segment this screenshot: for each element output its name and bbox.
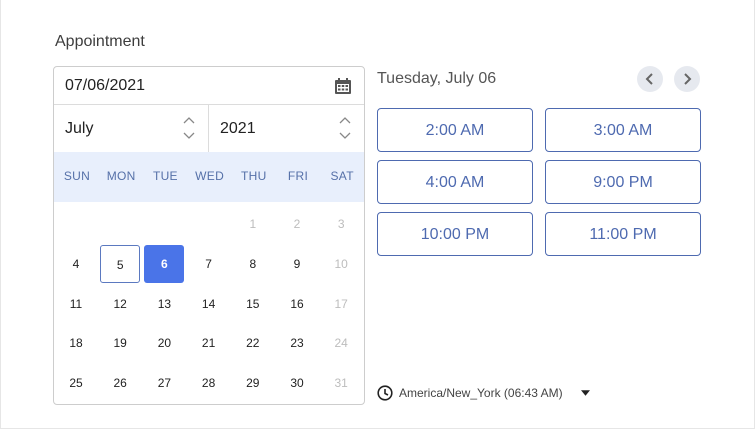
weekday-label: TUE (152, 169, 178, 183)
calendar-day[interactable]: 11 (56, 285, 96, 323)
weekday-label: SUN (63, 169, 91, 183)
calendar-day-disabled: 10 (334, 256, 348, 271)
chevron-right-icon (684, 73, 692, 85)
calendar-day[interactable]: 13 (144, 285, 184, 323)
clock-icon (377, 385, 393, 401)
weekday-label: THU (241, 169, 267, 183)
appointment-label: Appointment (55, 33, 145, 50)
date-input-wrapper (54, 67, 364, 105)
selected-date-heading: Tuesday, July 06 (377, 70, 497, 87)
weekday-label: MON (106, 169, 136, 183)
calendar-day[interactable]: 7 (189, 245, 229, 283)
calendar-day[interactable]: 30 (277, 364, 317, 402)
calendar-day-disabled: 24 (334, 336, 348, 351)
calendar-day-disabled: 3 (337, 217, 345, 231)
year-select[interactable]: 2021 (209, 105, 364, 152)
calendar-day[interactable]: 26 (100, 364, 140, 402)
calendar-day[interactable]: 20 (144, 324, 184, 362)
chevron-left-icon (645, 73, 653, 85)
month-select-value: July (65, 120, 94, 137)
calendar-day-disabled: 31 (334, 376, 348, 391)
time-slot-button[interactable]: 2:00 AM (377, 108, 533, 152)
time-slot-button[interactable]: 9:00 PM (545, 160, 701, 204)
calendar-day-disabled: 2 (293, 217, 301, 231)
calendar-day[interactable]: 19 (100, 324, 140, 362)
time-slot-button[interactable]: 11:00 PM (545, 212, 701, 256)
month-select[interactable]: July (54, 105, 209, 152)
time-slot-button[interactable]: 10:00 PM (377, 212, 533, 256)
caret-down-icon (581, 390, 590, 396)
calendar-day[interactable]: 28 (189, 364, 229, 402)
chevron-up-down-icon (183, 117, 195, 139)
calendar-day[interactable]: 8 (233, 245, 273, 283)
calendar-day[interactable]: 9 (277, 245, 317, 283)
calendar-day[interactable]: 14 (189, 285, 229, 323)
weekday-label: SAT (330, 169, 354, 183)
time-slot-button[interactable]: 3:00 AM (545, 108, 701, 152)
next-date-button[interactable] (674, 66, 700, 92)
calendar-day[interactable]: 22 (233, 324, 273, 362)
calendar-day[interactable]: 23 (277, 324, 317, 362)
weekday-header: SUN MON TUE WED THU FRI SAT (54, 152, 364, 202)
weekday-label: FRI (287, 169, 309, 183)
calendar-day[interactable]: 16 (277, 285, 317, 323)
calendar-day[interactable]: 12 (100, 285, 140, 323)
month-year-selects: July 2021 (54, 105, 364, 152)
calendar-day[interactable]: 4 (56, 245, 96, 283)
time-slot-button[interactable]: 4:00 AM (377, 160, 533, 204)
calendar-day[interactable]: 25 (56, 364, 96, 402)
year-select-value: 2021 (220, 120, 256, 137)
prev-date-button[interactable] (637, 66, 663, 92)
timezone-label: America/New_York (06:43 AM) (399, 386, 563, 400)
calendar-day-disabled: 17 (334, 296, 348, 311)
calendar-day-disabled: 1 (249, 217, 257, 231)
calendar-icon[interactable] (334, 77, 352, 95)
calendar-day[interactable]: 18 (56, 324, 96, 362)
calendar-day[interactable]: 21 (189, 324, 229, 362)
date-picker: July 2021 SUNMONTUEWEDTHUFRISAT 12345678… (53, 66, 365, 405)
calendar-day[interactable]: 15 (233, 285, 273, 323)
weekday-label: WED (195, 169, 225, 183)
calendar-day[interactable]: 29 (233, 364, 273, 402)
chevron-up-down-icon (339, 117, 351, 139)
calendar-day-today[interactable]: 5 (100, 244, 141, 283)
date-input[interactable] (65, 76, 315, 96)
calendar-day-selected[interactable]: 6 (144, 244, 185, 283)
calendar-day[interactable]: 27 (144, 364, 184, 402)
